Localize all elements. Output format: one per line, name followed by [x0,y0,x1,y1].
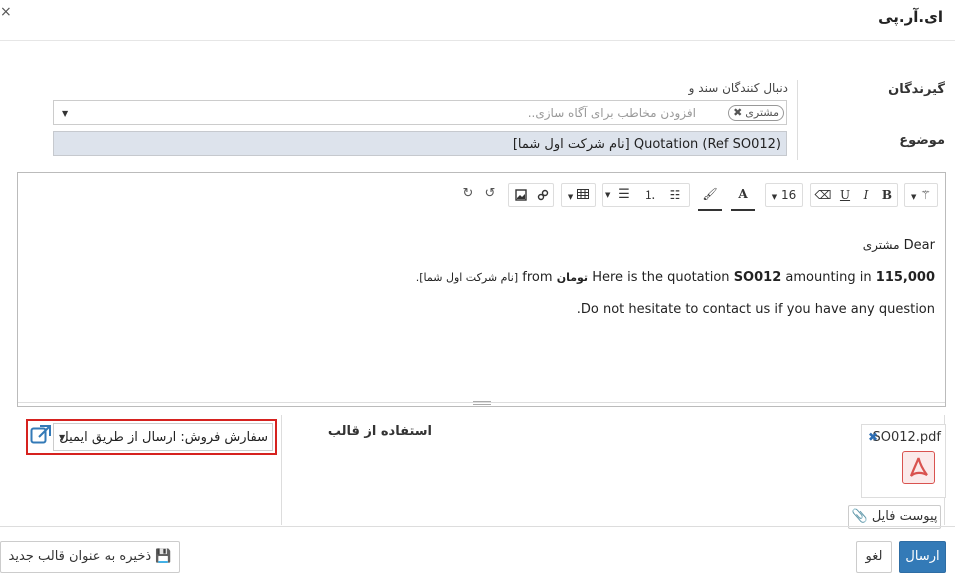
amount-text: amounting in [785,270,872,285]
image-icon[interactable] [512,184,530,208]
save-icon: 💾 [155,549,172,564]
italic-button[interactable]: I [857,184,875,206]
eraser-icon[interactable]: ⌫ [814,184,832,206]
subject-field[interactable]: [نام شرکت اول شما] Quotation (Ref SO012) [53,131,787,156]
remove-attachment-icon[interactable]: ✖ [868,430,878,444]
greeting-prefix: Dear [903,238,935,253]
subject-label: موضوع [899,133,945,148]
save-as-template-label: ذخیره به عنوان قالب جدید [8,549,152,564]
align-icon[interactable]: ☰ [615,184,633,206]
undo-icon[interactable]: ↺ [480,183,500,207]
template-divider [281,415,282,525]
underline-button[interactable]: U [836,184,854,206]
recipient-tag: مشتری✖ [728,105,784,121]
template-label: استفاده از قالب [327,424,432,439]
paragraph-group: ▼ ☰ ⒈ ☷ [602,183,690,207]
quotation-order: SO012 [733,270,782,285]
header-divider [0,40,955,41]
from-text: from [522,270,553,285]
table-button[interactable]: ▼ [561,183,596,207]
html-editor[interactable]: ↻ ↺ ▼ ▼ ☰ ⒈ ☷ 🖌 A ▼ 16 ⌫ U I B ▼ ⚚ Dear … [17,172,946,407]
template-selected-value: سفارش فروش: ارسال از طریق ایمیل [59,430,268,445]
recipient-tag-label: مشتری [745,106,779,119]
footer-divider [0,526,955,527]
media-link-group [508,183,554,207]
subject-value: [نام شرکت اول شما] Quotation (Ref SO012) [512,137,781,152]
resize-handle[interactable] [473,401,491,405]
company-name: [نام شرکت اول شما]. [415,271,519,284]
brush-icon: 🖌 [702,187,718,201]
style-select[interactable]: ▼ ⚚ [904,183,938,207]
label-divider [797,80,798,160]
link-icon[interactable] [534,184,552,208]
bullet-list-icon[interactable]: ☷ [666,184,684,206]
quotation-text: Here is the quotation [592,270,730,285]
attach-file-label: پیوست فایل [871,509,938,524]
font-style-group: ⌫ U I B [810,183,898,207]
body-contact-line: Do not hesitate to contact us if you hav… [576,302,935,317]
template-select[interactable]: سفارش فروش: ارسال از طریق ایمیل ▼ [53,423,273,451]
cancel-button[interactable]: لغو [856,541,892,573]
dialog-title: ای.آر.پی [878,8,943,26]
remove-tag-icon[interactable]: ✖ [733,106,742,119]
bold-button[interactable]: B [878,184,896,206]
ordered-list-icon[interactable]: ⒈ [641,184,659,206]
close-icon[interactable]: × [0,4,12,20]
quotation-amount: 115,000 [875,270,935,285]
font-size-value: 16 [780,188,797,202]
highlight-color-button[interactable]: 🖌 [697,183,723,207]
font-color-bar [731,209,755,211]
body-quotation-line: Here is the quotation SO012 amounting in… [35,262,935,294]
attachment-filename[interactable]: SO012.pdf [872,430,941,445]
recipients-field[interactable]: مشتری✖ افزودن مخاطب برای آگاه سازی.. ▼ [53,100,787,125]
recipients-placeholder: افزودن مخاطب برای آگاه سازی.. [527,106,696,120]
paperclip-icon: 📎 [851,509,868,524]
template-dropdown-icon[interactable]: ▼ [59,433,65,442]
pdf-icon [902,451,935,484]
table-icon [577,189,590,199]
font-size-select[interactable]: ▼ 16 [765,183,803,207]
attachment-card: SO012.pdf ✖ [861,424,946,498]
recipients-label: گیرندگان [888,82,945,97]
body-greeting: Dear مشتری [35,229,935,262]
magic-wand-icon: ⚚ [920,188,931,202]
font-color-button[interactable]: A [730,183,756,207]
greeting-name: مشتری [862,238,900,252]
save-as-template-button[interactable]: 💾 ذخیره به عنوان قالب جدید [0,541,180,573]
followers-label: دنبال کنندگان سند و [688,81,788,95]
align-dropdown-icon[interactable]: ▼ [605,184,610,206]
highlight-color-bar [698,209,722,211]
editor-content[interactable]: Dear مشتری Here is the quotation SO012 a… [35,229,935,326]
quotation-currency: تومان [556,271,589,284]
send-button[interactable]: ارسال [899,541,946,573]
external-link-icon[interactable] [30,424,52,446]
recipients-dropdown-icon[interactable]: ▼ [62,109,68,118]
redo-icon[interactable]: ↻ [458,183,478,207]
